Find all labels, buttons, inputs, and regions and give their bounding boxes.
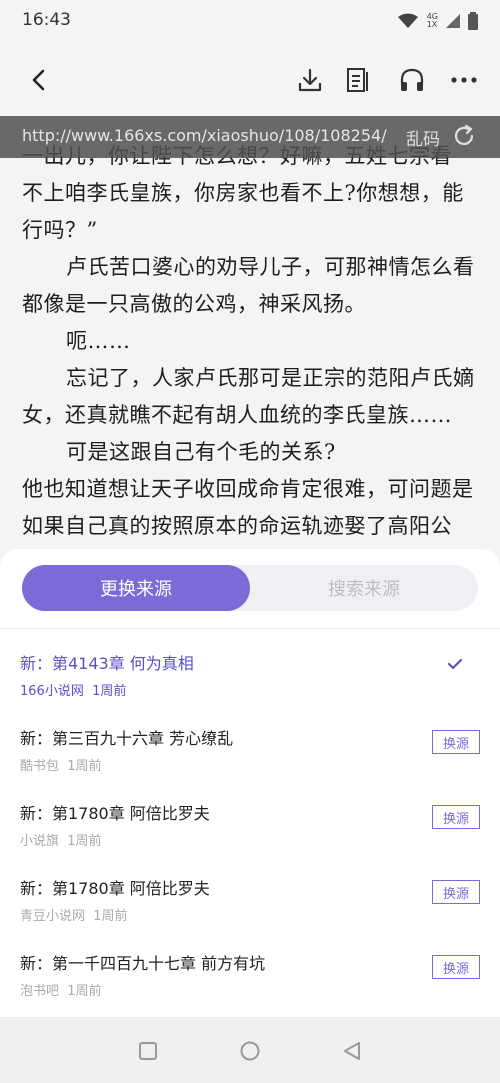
source-meta: 泡书吧 1周前 xyxy=(20,980,102,999)
catalog-button[interactable] xyxy=(338,44,378,116)
status-bar: 16:43 4G 1X xyxy=(0,0,500,44)
back-arrow-icon xyxy=(32,69,45,91)
status-time: 16:43 xyxy=(22,10,71,30)
headphones-icon xyxy=(400,68,424,91)
source-site-name: 小说旗 xyxy=(20,834,60,849)
source-item[interactable]: 新：第4143章 何为真相 166小说网 1周前 xyxy=(0,637,500,711)
recent-apps-icon[interactable] xyxy=(138,1041,158,1061)
source-meta: 小说旗 1周前 xyxy=(20,830,102,849)
source-item[interactable]: 新：第1780章 阿倍比罗夫 小说旗 1周前 换源 xyxy=(0,787,500,861)
home-icon[interactable] xyxy=(239,1040,261,1062)
source-chapter-title: 新：第1780章 阿倍比罗夫 xyxy=(20,879,210,898)
reading-paragraph: 他也知道想让天子收回成命肯定很难，可问题是如果自己真的按照原本的命运轨迹娶了高阳… xyxy=(22,477,474,560)
reading-paragraph: 忘记了，人家卢氏那可是正宗的范阳卢氏嫡女，还真就瞧不起有胡人血统的李氏皇族…… xyxy=(22,366,475,427)
wifi-icon xyxy=(397,13,418,28)
source-site-name: 青豆小说网 xyxy=(20,909,86,924)
source-update-time: 1周前 xyxy=(92,684,127,699)
source-site-name: 泡书吧 xyxy=(20,984,60,999)
battery-icon xyxy=(468,12,478,30)
source-item[interactable]: 新：第一千四百九十七章 前方有坑 泡书吧 1周前 换源 xyxy=(0,937,500,1011)
source-chapter-title: 新：第1780章 阿倍比罗夫 xyxy=(20,804,210,823)
reading-paragraph: 可是这跟自己有个毛的关系? xyxy=(66,440,336,464)
swap-source-button[interactable]: 换源 xyxy=(432,955,480,979)
source-url-bar: http://www.166xs.com/xiaoshuo/108/108254… xyxy=(0,116,500,158)
reading-paragraph: 呃…… xyxy=(66,329,131,353)
reading-paragraph: 不上咱李氏皇族，你房家也看不上?你想想，能行吗？” xyxy=(22,181,464,242)
source-site-name: 166小说网 xyxy=(20,684,84,699)
source-meta: 酷书包 1周前 xyxy=(20,755,102,774)
back-button[interactable] xyxy=(18,44,58,116)
change-source-sheet: 更换来源 搜索来源 新：第4143章 何为真相 166小说网 1周前 新：第三百九十… xyxy=(0,549,500,1017)
divider xyxy=(0,628,500,629)
source-chapter-title: 新：第三百九十六章 芳心缭乱 xyxy=(20,729,234,748)
reading-paragraph: 卢氏苦口婆心的劝导儿子，可那神情怎么看都像是一只高傲的公鸡，神采风扬。 xyxy=(22,255,475,316)
network-type: 4G 1X xyxy=(426,12,438,29)
source-meta: 青豆小说网 1周前 xyxy=(20,905,128,924)
source-tabs: 更换来源 搜索来源 xyxy=(22,565,478,611)
tab-change-source[interactable]: 更换来源 xyxy=(22,565,250,611)
swap-source-button[interactable]: 换源 xyxy=(432,805,480,829)
source-update-time: 1周前 xyxy=(93,909,128,924)
source-update-time: 1周前 xyxy=(67,834,102,849)
swap-source-button[interactable]: 换源 xyxy=(432,730,480,754)
refresh-icon[interactable] xyxy=(452,124,476,148)
source-item[interactable]: 新：第1780章 阿倍比罗夫 青豆小说网 1周前 换源 xyxy=(0,862,500,936)
checkmark-icon xyxy=(447,658,463,670)
more-button[interactable] xyxy=(444,44,484,116)
source-url[interactable]: http://www.166xs.com/xiaoshuo/108/108254… xyxy=(22,126,387,145)
source-meta: 166小说网 1周前 xyxy=(20,680,126,699)
download-icon xyxy=(298,68,322,92)
more-dots-icon xyxy=(451,77,477,83)
garbled-report-button[interactable]: 乱码 xyxy=(406,125,440,150)
source-site-name: 酷书包 xyxy=(20,759,60,774)
source-chapter-title: 新：第4143章 何为真相 xyxy=(20,654,194,673)
source-chapter-title: 新：第一千四百九十七章 前方有坑 xyxy=(20,954,266,973)
source-update-time: 1周前 xyxy=(67,759,102,774)
reader-toolbar xyxy=(0,44,500,116)
back-triangle-icon[interactable] xyxy=(342,1041,362,1061)
listen-button[interactable] xyxy=(392,44,432,116)
system-nav-bar xyxy=(0,1017,500,1083)
download-button[interactable] xyxy=(290,44,330,116)
book-catalog-icon xyxy=(347,68,368,92)
swap-source-button[interactable]: 换源 xyxy=(432,880,480,904)
source-update-time: 1周前 xyxy=(67,984,102,999)
signal-icon xyxy=(446,14,460,28)
tab-search-source[interactable]: 搜索来源 xyxy=(250,565,478,611)
source-item[interactable]: 新：第三百九十六章 芳心缭乱 酷书包 1周前 换源 xyxy=(0,712,500,786)
